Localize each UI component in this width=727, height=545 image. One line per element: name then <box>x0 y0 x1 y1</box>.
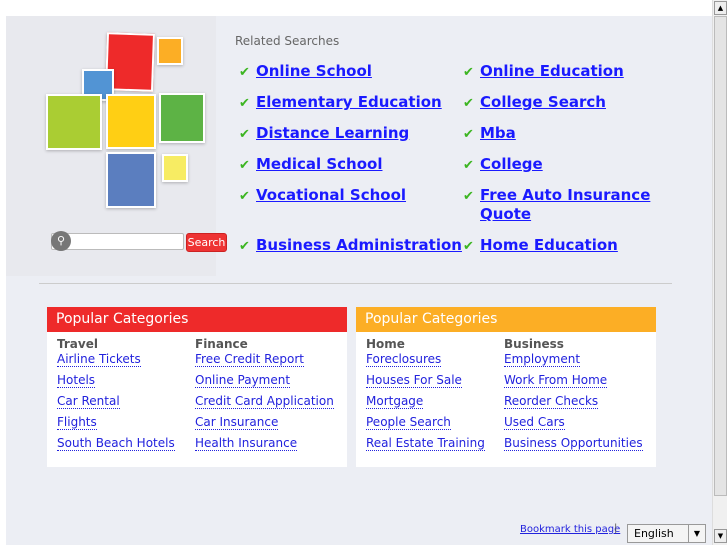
scrollbar[interactable]: ▲ ▼ <box>712 0 727 545</box>
category-link[interactable]: Car Insurance <box>195 415 279 430</box>
check-icon: ✔ <box>463 189 474 204</box>
category-column: Home Foreclosures Houses For Sale Mortgage P… <box>366 337 485 457</box>
category-column: Business Employment Work From Home Reorder … <box>504 337 643 457</box>
divider <box>39 283 672 284</box>
category-link[interactable]: Mortgage <box>366 394 424 409</box>
category-link[interactable]: Flights <box>57 415 97 430</box>
category-link[interactable]: Houses For Sale <box>366 373 462 388</box>
category-title: Home <box>366 337 405 351</box>
category-link[interactable]: Reorder Checks <box>504 394 599 409</box>
category-link[interactable]: Health Insurance <box>195 436 298 451</box>
related-search-link[interactable]: Free Auto Insurance Quote <box>480 186 680 224</box>
check-icon: ✔ <box>463 65 474 80</box>
scroll-up-button[interactable]: ▲ <box>714 1 727 15</box>
category-title: Business <box>504 337 564 351</box>
check-icon: ✔ <box>239 127 250 142</box>
category-link[interactable]: Business Opportunities <box>504 436 643 451</box>
page: Related Searches ⚲ Search Popular Catego… <box>6 16 712 545</box>
check-icon: ✔ <box>463 127 474 142</box>
category-link[interactable]: Airline Tickets <box>57 352 141 367</box>
popular-categories-panel-2: Popular Categories Home Foreclosures House… <box>356 307 656 467</box>
category-column: Finance Free Credit Report Online Payment C… <box>195 337 334 457</box>
category-title: Travel <box>57 337 98 351</box>
related-search-link[interactable]: Vocational School <box>256 186 406 205</box>
related-search-link[interactable]: Online Education <box>480 62 624 81</box>
check-icon: ✔ <box>463 158 474 173</box>
related-search-link[interactable]: Medical School <box>256 155 382 174</box>
category-link[interactable]: Work From Home <box>504 373 608 388</box>
panel-header: Popular Categories <box>356 307 656 332</box>
related-search-link[interactable]: Elementary Education <box>256 93 442 112</box>
panel-header: Popular Categories <box>47 307 347 332</box>
bookmark-link[interactable]: Bookmark this page <box>520 524 620 535</box>
check-icon: ✔ <box>239 158 250 173</box>
related-search-link[interactable]: Online School <box>256 62 372 81</box>
category-link[interactable]: Employment <box>504 352 581 367</box>
related-search-link[interactable]: Business Administration <box>256 236 462 255</box>
chevron-down-icon: ▼ <box>688 525 705 542</box>
category-link[interactable]: South Beach Hotels <box>57 436 175 451</box>
check-icon: ✔ <box>239 96 250 111</box>
category-link[interactable]: Hotels <box>57 373 96 388</box>
separator: | <box>614 523 618 534</box>
category-link[interactable]: Car Rental <box>57 394 120 409</box>
related-searches-title: Related Searches <box>235 34 340 48</box>
popular-categories-panel-1: Popular Categories Travel Airline Tickets… <box>47 307 347 467</box>
language-value: English <box>634 527 674 540</box>
check-icon: ✔ <box>463 239 474 254</box>
search-button[interactable]: Search <box>186 233 227 252</box>
magnifier-icon: ⚲ <box>51 231 71 251</box>
check-icon: ✔ <box>239 239 250 254</box>
category-link[interactable]: People Search <box>366 415 451 430</box>
language-select[interactable]: English ▼ <box>627 524 706 543</box>
category-link[interactable]: Real Estate Training <box>366 436 485 451</box>
check-icon: ✔ <box>239 189 250 204</box>
check-icon: ✔ <box>463 96 474 111</box>
category-link[interactable]: Online Payment <box>195 373 291 388</box>
related-search-link[interactable]: Mba <box>480 124 516 143</box>
category-link[interactable]: Free Credit Report <box>195 352 304 367</box>
scroll-down-button[interactable]: ▼ <box>714 529 727 543</box>
category-column: Travel Airline Tickets Hotels Car Rental Fli… <box>57 337 175 457</box>
related-search-link[interactable]: Home Education <box>480 236 618 255</box>
category-title: Finance <box>195 337 248 351</box>
related-search-link[interactable]: Distance Learning <box>256 124 409 143</box>
category-link[interactable]: Credit Card Application <box>195 394 334 409</box>
category-link[interactable]: Foreclosures <box>366 352 442 367</box>
category-link[interactable]: Used Cars <box>504 415 565 430</box>
scroll-thumb[interactable] <box>714 16 727 496</box>
check-icon: ✔ <box>239 65 250 80</box>
related-search-link[interactable]: College Search <box>480 93 606 112</box>
related-search-link[interactable]: College <box>480 155 543 174</box>
